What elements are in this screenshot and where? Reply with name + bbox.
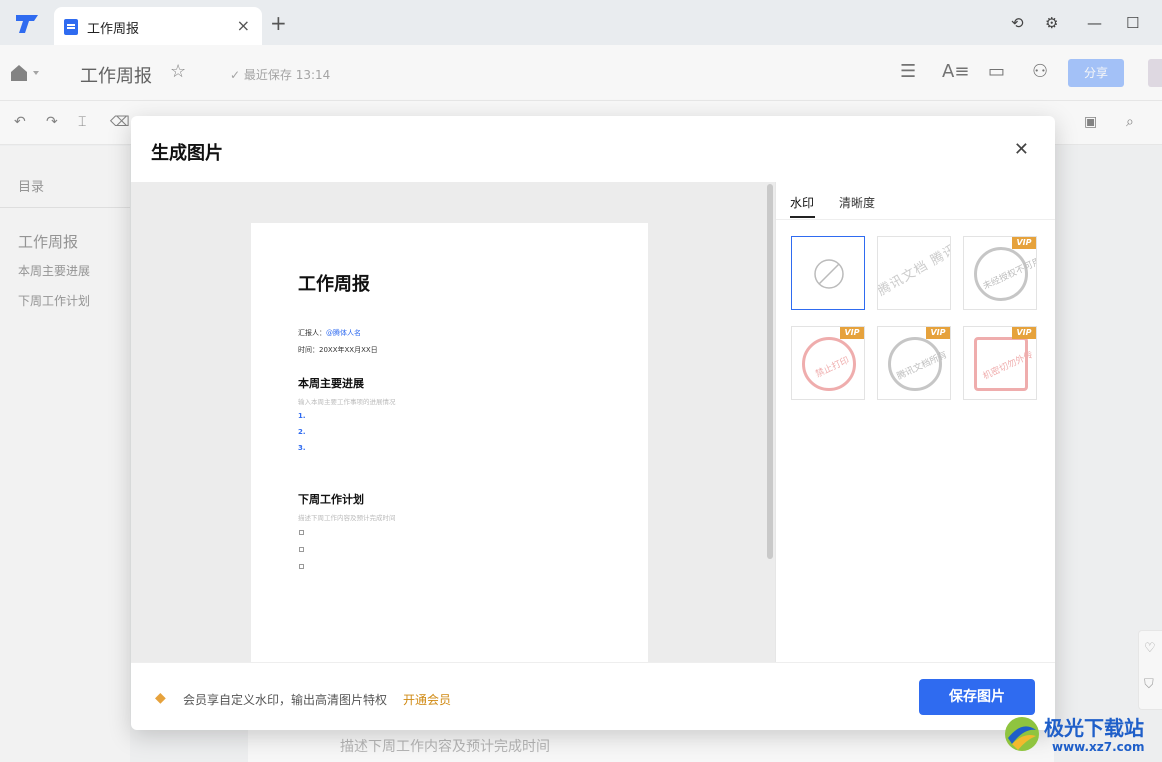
vip-promo-text: 会员享自定义水印，输出高清图片特权 <box>183 693 388 707</box>
preview-reporter: 汇报人：@腾体人名 <box>298 328 361 338</box>
preview-list-item: 2. <box>298 428 306 436</box>
watermark-text: 未经授权不可用 <box>981 256 1037 293</box>
checkbox-icon <box>299 530 304 535</box>
stamp-icon: 禁止打印 <box>802 337 856 391</box>
watermark-option-tencent-docs[interactable]: 腾讯文档 腾讯文档 <box>877 236 951 310</box>
vip-badge: VIP <box>1012 327 1036 339</box>
vip-gem-icon: ◆ <box>155 690 166 706</box>
tab-divider <box>776 219 1055 220</box>
dialog-title: 生成图片 <box>151 143 223 164</box>
no-watermark-icon <box>814 259 844 289</box>
vip-badge: VIP <box>1012 237 1036 249</box>
panel-divider <box>775 182 776 662</box>
footer-divider <box>131 662 1055 663</box>
time-value: 20XX年XX月XX日 <box>319 346 378 354</box>
document-icon <box>64 19 78 35</box>
preview-page: 工作周报 汇报人：@腾体人名 时间：20XX年XX月XX日 本周主要进展 输入本… <box>251 223 648 662</box>
vip-badge: VIP <box>926 327 950 339</box>
watermark-text: 禁止打印 <box>814 355 852 381</box>
active-tab-indicator <box>790 216 815 218</box>
preview-section-hint: 描述下周工作内容及预计完成时间 <box>298 514 396 522</box>
reporter-value: @腾体人名 <box>326 329 361 337</box>
tab-document[interactable]: 工作周报 × <box>54 7 262 45</box>
watermark-option-unauthorized[interactable]: 未经授权不可用 VIP <box>963 236 1037 310</box>
tab-watermark[interactable]: 水印 <box>790 194 814 211</box>
stamp-icon: 腾讯文档所有 <box>888 337 949 391</box>
checkbox-icon <box>299 547 304 552</box>
preview-section-hint: 输入本周主要工作事项的进展情况 <box>298 398 396 406</box>
watermark-option-forbid-print[interactable]: 禁止打印 VIP <box>791 326 865 400</box>
preview-list-item: 3. <box>298 444 306 452</box>
minimize-icon[interactable]: — <box>1087 14 1102 32</box>
site-watermark-url: www.xz7.com <box>1052 740 1145 754</box>
preview-list-item: 1. <box>298 412 306 420</box>
preview-scrollbar[interactable] <box>767 184 773 559</box>
tab-title: 工作周报 <box>87 22 140 37</box>
preview-section-title: 本周主要进展 <box>298 377 364 390</box>
watermark-option-none[interactable] <box>791 236 865 310</box>
watermark-option-tencent-copyright[interactable]: 腾讯文档所有 VIP <box>877 326 951 400</box>
preview-time: 时间：20XX年XX月XX日 <box>298 345 378 355</box>
preview-title: 工作周报 <box>298 274 370 295</box>
close-icon[interactable]: ✕ <box>1014 141 1029 159</box>
close-tab-icon[interactable]: × <box>237 16 250 35</box>
site-watermark-logo: 极光下载站 www.xz7.com <box>1002 708 1162 762</box>
site-watermark-name: 极光下载站 <box>1044 716 1144 740</box>
generate-image-dialog: 生成图片 ✕ 工作周报 汇报人：@腾体人名 时间：20XX年XX月XX日 本周主… <box>131 116 1055 730</box>
stamp-icon: 未经授权不可用 <box>974 247 1037 301</box>
watermark-text: 机密切勿外传 <box>981 350 1035 383</box>
time-label: 时间： <box>298 346 319 354</box>
open-membership-link[interactable]: 开通会员 <box>403 691 451 708</box>
app-logo-icon[interactable] <box>14 13 40 35</box>
settings-icon[interactable]: ⚙ <box>1045 14 1058 32</box>
watermark-text: 腾讯文档 腾讯文档 <box>877 236 951 300</box>
maximize-icon[interactable]: ☐ <box>1126 14 1139 32</box>
checkbox-icon <box>299 564 304 569</box>
tab-resolution[interactable]: 清晰度 <box>839 194 875 211</box>
stamp-icon: 机密切勿外传 <box>974 337 1035 391</box>
vip-badge: VIP <box>840 327 864 339</box>
preview-section-title: 下周工作计划 <box>298 493 364 506</box>
refresh-icon[interactable]: ⟲ <box>1011 14 1024 32</box>
reporter-label: 汇报人： <box>298 329 326 337</box>
watermark-text: 腾讯文档所有 <box>895 350 949 383</box>
watermark-option-confidential[interactable]: 机密切勿外传 VIP <box>963 326 1037 400</box>
image-preview: 工作周报 汇报人：@腾体人名 时间：20XX年XX月XX日 本周主要进展 输入本… <box>131 182 775 662</box>
aurora-logo-icon <box>1005 717 1039 751</box>
title-bar: 工作周报 × + ⟲ ⚙ — ☐ <box>0 0 1162 45</box>
new-tab-button[interactable]: + <box>270 13 287 33</box>
